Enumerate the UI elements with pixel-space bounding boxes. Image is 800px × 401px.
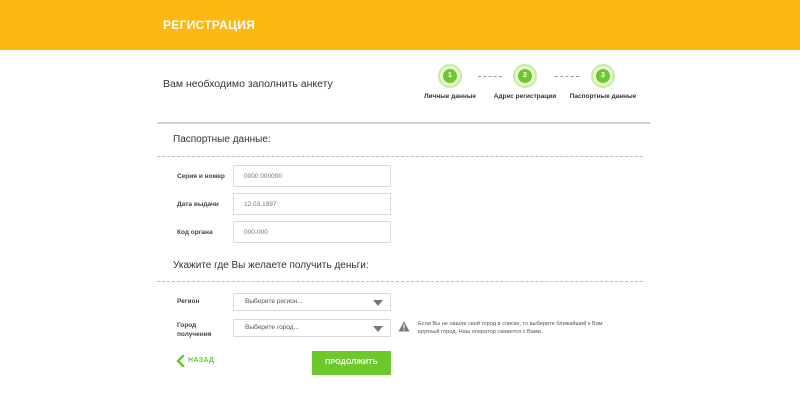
step-circle: 3 bbox=[591, 64, 615, 88]
city-select[interactable]: Выберите город... bbox=[233, 319, 391, 337]
divider bbox=[157, 122, 650, 124]
step-label: Адрес регистрации bbox=[493, 93, 557, 100]
step-registration-address[interactable]: 2 Адрес регистрации bbox=[480, 62, 570, 100]
page-title: РЕГИСТРАЦИЯ bbox=[163, 18, 256, 32]
city-label-line: Город bbox=[177, 322, 197, 329]
step-circle: 1 bbox=[438, 64, 462, 88]
city-label: Город получения bbox=[177, 321, 212, 339]
step-passport-data[interactable]: 3 Паспортные данные bbox=[558, 62, 648, 100]
progress-stepper: 1 Личные данные 2 Адрес регистрации 3 Па… bbox=[400, 62, 660, 108]
money-section-title: Укажите где Вы желаете получить деньги: bbox=[173, 260, 369, 271]
series-label: Серия и номер bbox=[177, 173, 225, 180]
step-number: 1 bbox=[443, 69, 457, 83]
region-label: Регион bbox=[177, 298, 200, 305]
chevron-left-icon bbox=[176, 355, 185, 367]
back-label: НАЗАД bbox=[188, 357, 215, 364]
issue-date-label: Дата выдачи bbox=[177, 201, 219, 208]
continue-button[interactable]: ПРОДОЛЖИТЬ bbox=[312, 351, 391, 375]
issue-date-input[interactable] bbox=[233, 193, 391, 215]
authority-code-label: Код органа bbox=[177, 229, 213, 236]
intro-text: Вам необходимо заполнить анкету bbox=[163, 78, 333, 90]
divider bbox=[157, 156, 643, 157]
step-number: 2 bbox=[518, 69, 532, 83]
chevron-down-icon bbox=[373, 300, 383, 306]
city-hint-text: Если Вы не нашли свой город в списке, то… bbox=[418, 321, 603, 335]
chevron-down-icon bbox=[373, 326, 383, 332]
series-number-input[interactable] bbox=[233, 165, 391, 187]
authority-code-input[interactable] bbox=[233, 221, 391, 243]
step-circle: 2 bbox=[513, 64, 537, 88]
warning-icon bbox=[398, 321, 410, 332]
step-label: Паспортные данные bbox=[569, 93, 637, 100]
region-select[interactable]: Выберите регион... bbox=[233, 293, 391, 311]
page-header: РЕГИСТРАЦИЯ bbox=[0, 0, 800, 50]
step-number: 3 bbox=[596, 69, 610, 83]
passport-section-title: Паспортные данные: bbox=[173, 134, 271, 145]
city-select-value: Выберите город... bbox=[245, 324, 299, 331]
region-select-value: Выберите регион... bbox=[245, 298, 303, 305]
divider bbox=[157, 281, 643, 282]
city-label-line: получения bbox=[177, 331, 212, 338]
